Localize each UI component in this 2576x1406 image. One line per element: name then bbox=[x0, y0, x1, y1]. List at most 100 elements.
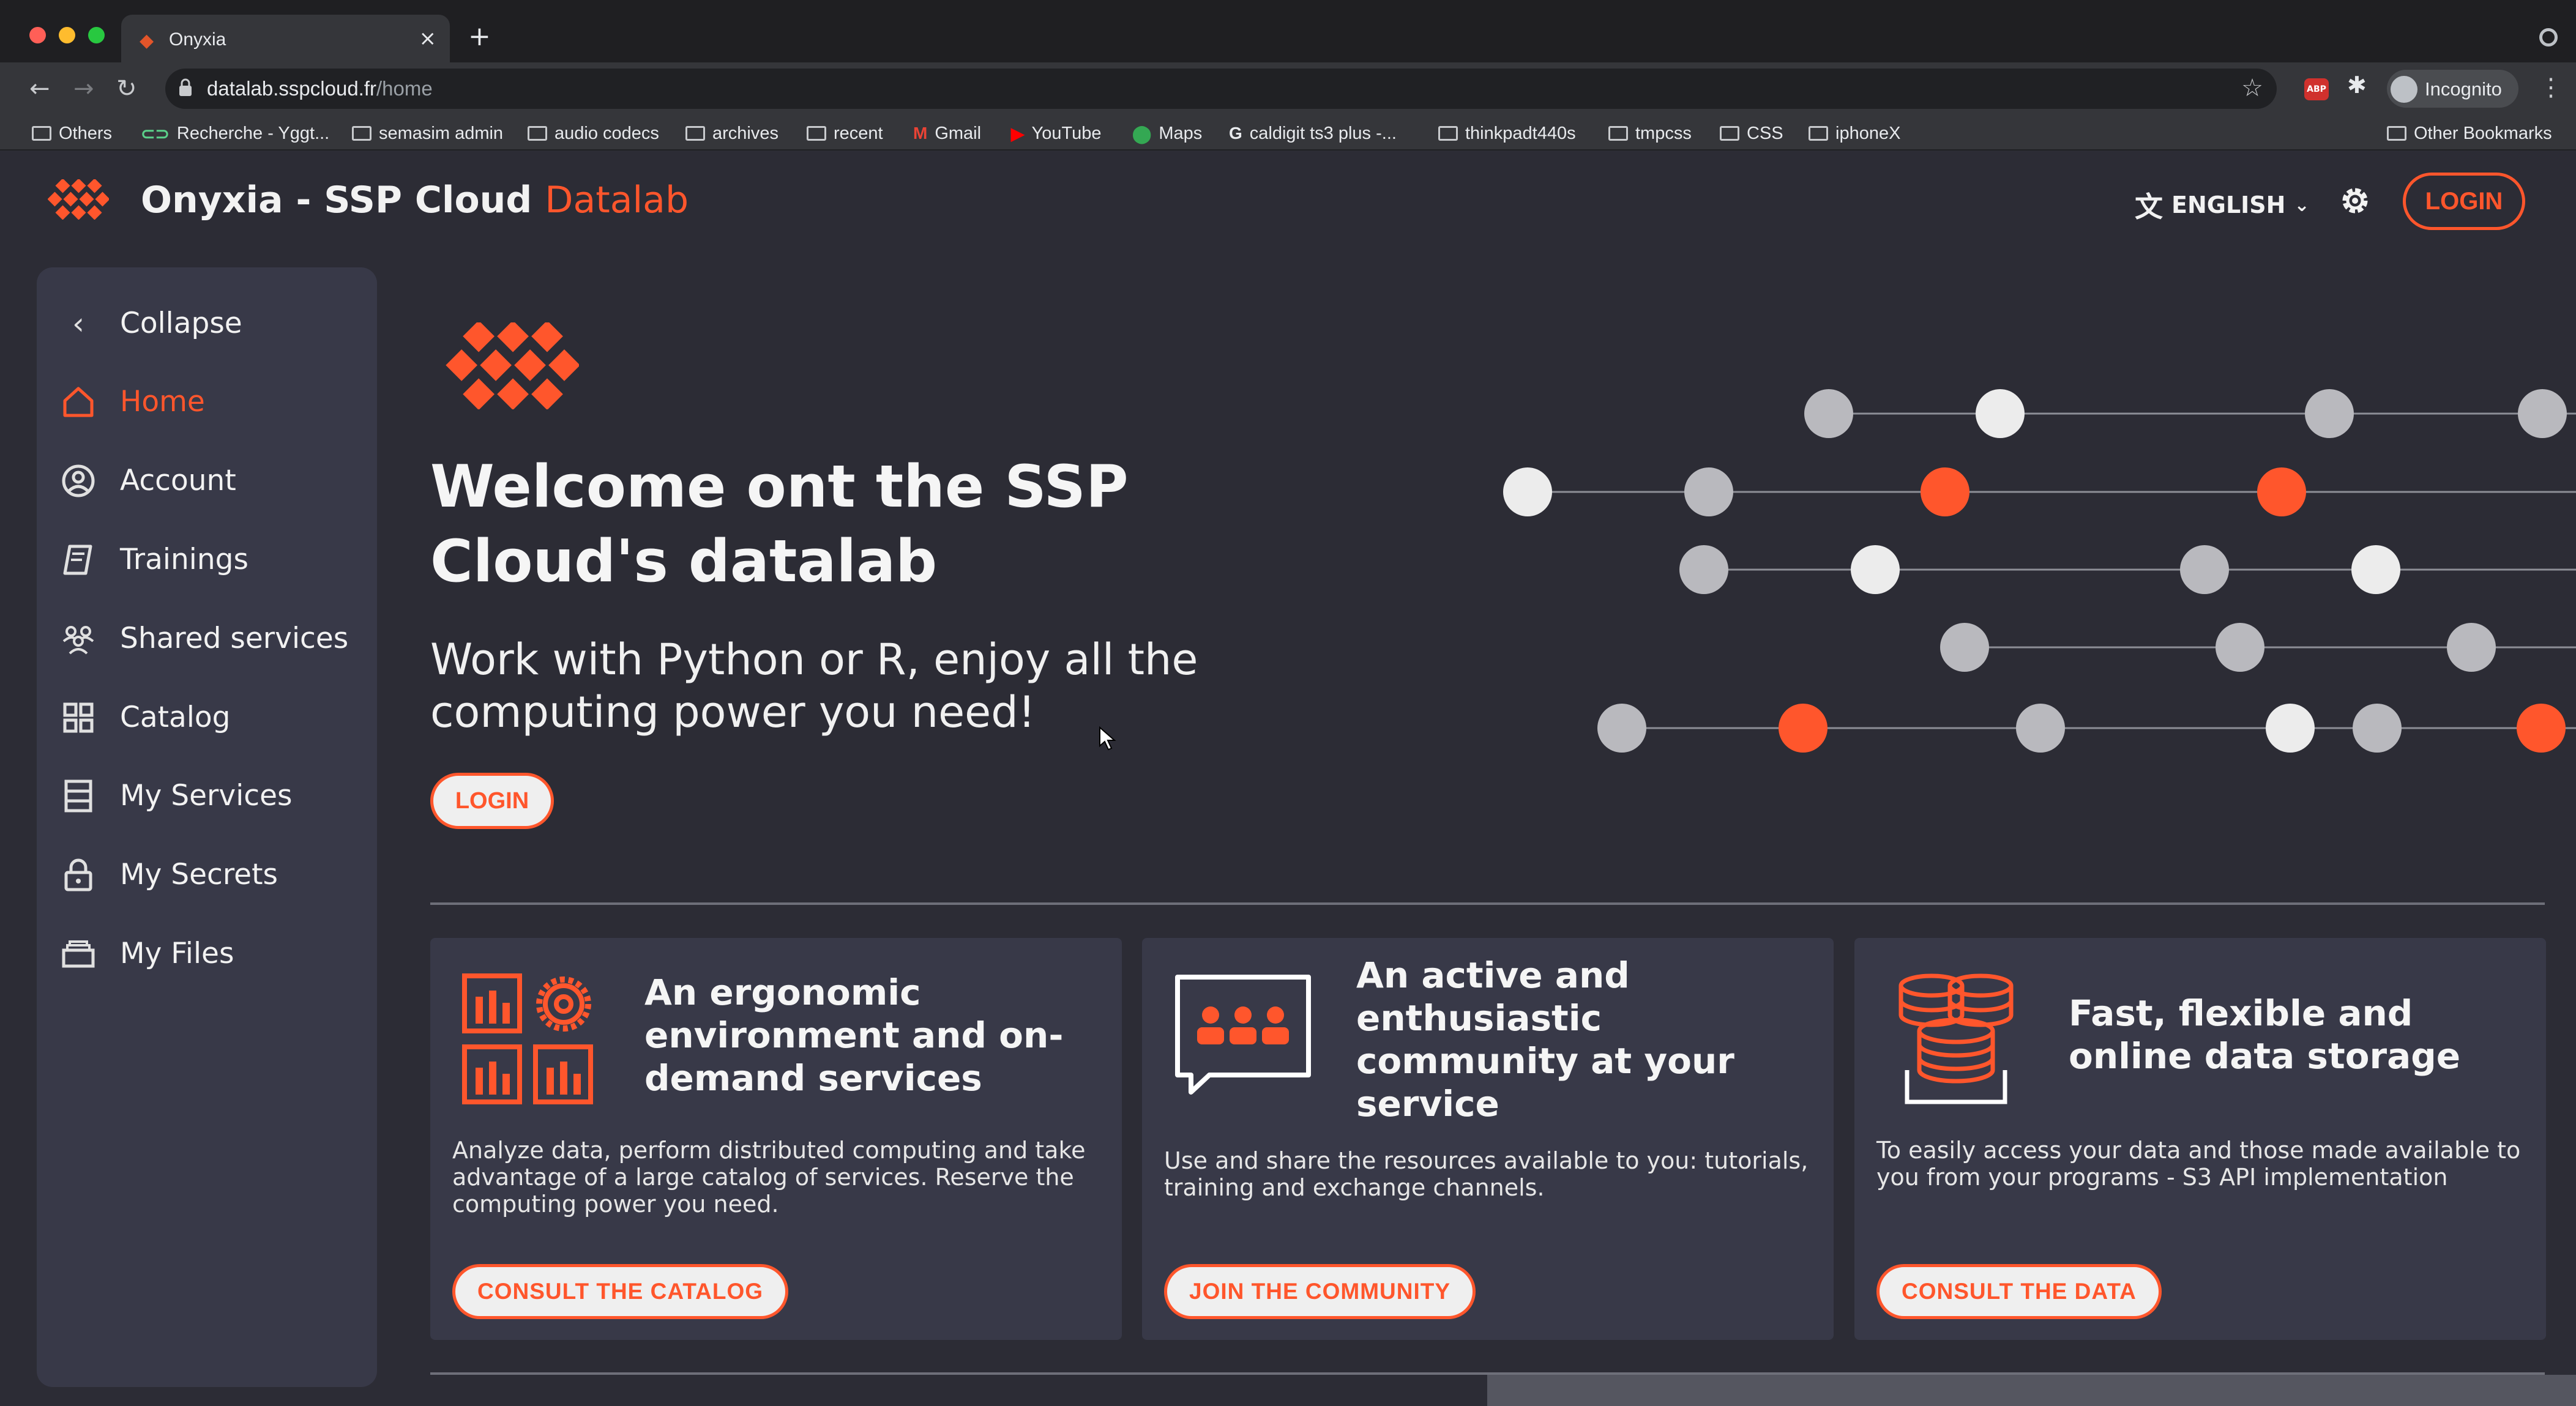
bookmark-label: CSS bbox=[1747, 123, 1783, 143]
lock-icon bbox=[179, 78, 192, 96]
onyxia-logo-icon[interactable] bbox=[48, 179, 109, 220]
sidebar-item-trainings[interactable]: Trainings bbox=[37, 526, 377, 587]
database-storage-icon bbox=[1898, 973, 2014, 1104]
bookmark-item[interactable]: ▶ YouTube bbox=[1011, 122, 1102, 145]
profile-label: Incognito bbox=[2425, 78, 2502, 100]
tab-title: Onyxia bbox=[169, 29, 226, 50]
tab-search-icon[interactable] bbox=[2539, 28, 2558, 46]
card-title: Fast, flexible and online data storage bbox=[2069, 992, 2461, 1077]
address-bar[interactable]: datalab.sspcloud.fr/home ☆ bbox=[165, 69, 2277, 109]
consult-data-button[interactable]: CONSULT THE DATA bbox=[1876, 1264, 2162, 1319]
other-bookmarks[interactable]: Other Bookmarks bbox=[2387, 122, 2552, 145]
bookmark-label: iphoneX bbox=[1835, 123, 1901, 143]
bookmark-item[interactable]: iphoneX bbox=[1809, 122, 1900, 145]
join-community-button[interactable]: JOIN THE COMMUNITY bbox=[1164, 1264, 1476, 1319]
hero-subtitle: Work with Python or R, enjoy all the com… bbox=[430, 634, 1198, 737]
card-data-storage: Fast, flexible and online data storage T… bbox=[1854, 938, 2546, 1340]
bookmark-label: archives bbox=[712, 123, 778, 143]
app-title[interactable]: Onyxia - SSP Cloud Datalab bbox=[141, 177, 689, 223]
google-icon: G bbox=[1229, 124, 1242, 143]
bookmark-item[interactable]: ⬤ Maps bbox=[1132, 122, 1202, 145]
sidebar-item-label: My Services bbox=[120, 779, 293, 813]
folder-icon bbox=[685, 126, 705, 141]
bookmark-item[interactable]: M Gmail bbox=[913, 122, 981, 145]
bookmark-label: Maps bbox=[1159, 123, 1203, 143]
bookmark-item[interactable]: thinkpadt440s bbox=[1438, 122, 1576, 145]
sidebar-item-home[interactable]: Home bbox=[37, 368, 377, 429]
back-arrow-icon[interactable]: ← bbox=[29, 73, 50, 104]
reload-icon[interactable]: ↻ bbox=[116, 73, 137, 104]
mouse-cursor-icon bbox=[1099, 726, 1116, 751]
folder-icon bbox=[1809, 126, 1828, 141]
bookmark-item[interactable]: CSS bbox=[1720, 122, 1783, 145]
extensions-puzzle-icon[interactable]: ✱ bbox=[2347, 73, 2367, 98]
url-text: datalab.sspcloud.fr/home bbox=[207, 76, 433, 101]
bookmark-label: recent bbox=[834, 123, 883, 143]
new-tab-button[interactable]: + bbox=[468, 23, 491, 50]
sidebar-item-label: My Files bbox=[120, 937, 234, 970]
hero-dots-illustration bbox=[1503, 389, 2576, 753]
sidebar: ‹ Collapse Home Account Trainings Shared… bbox=[37, 267, 377, 1387]
bookmark-label: Recherche - Yggt... bbox=[176, 123, 330, 143]
bookmark-item[interactable]: tmpcss bbox=[1608, 122, 1692, 145]
sidebar-item-account[interactable]: Account bbox=[37, 447, 377, 508]
folder-icon bbox=[1608, 126, 1628, 141]
bookmark-label: audio codecs bbox=[554, 123, 659, 143]
browser-tab-onyxia[interactable]: ◆ Onyxia × bbox=[121, 15, 450, 62]
browser-toolbar: ← → ↻ datalab.sspcloud.fr/home ☆ ABP ✱ I… bbox=[0, 62, 2576, 116]
window-zoom-button[interactable] bbox=[88, 27, 105, 43]
window-minimize-button[interactable] bbox=[59, 27, 75, 43]
bookmark-item[interactable]: semasim admin bbox=[352, 122, 503, 145]
card-description: Use and share the resources available to… bbox=[1164, 1147, 1809, 1201]
bookmark-label: caldigit ts3 plus -... bbox=[1249, 123, 1397, 143]
bookmark-item[interactable]: archives bbox=[685, 122, 778, 145]
language-selector[interactable]: 文 ENGLISH ⌄ bbox=[2135, 185, 2310, 225]
bookmark-label: Other Bookmarks bbox=[2414, 123, 2552, 143]
language-label: ENGLISH bbox=[2171, 192, 2286, 218]
sidebar-item-label: Account bbox=[120, 464, 236, 497]
sidebar-item-my-files[interactable]: My Files bbox=[37, 920, 377, 981]
folder-icon bbox=[32, 126, 51, 141]
tab-close-icon[interactable]: × bbox=[419, 27, 437, 50]
adblock-extension-icon[interactable]: ABP bbox=[2304, 78, 2329, 100]
url-host: datalab.sspcloud.fr bbox=[207, 77, 377, 100]
sidebar-item-shared-services[interactable]: Shared services bbox=[37, 604, 377, 666]
bookmark-star-icon[interactable]: ☆ bbox=[2241, 75, 2263, 102]
catalog-icon bbox=[63, 702, 94, 733]
sidebar-item-my-services[interactable]: My Services bbox=[37, 762, 377, 823]
folder-icon bbox=[352, 126, 371, 141]
bookmark-item[interactable]: recent bbox=[807, 122, 883, 145]
window-close-button[interactable] bbox=[29, 27, 46, 43]
forward-arrow-icon[interactable]: → bbox=[73, 73, 94, 104]
account-icon bbox=[62, 464, 95, 497]
card-description: Analyze data, perform distributed comput… bbox=[452, 1137, 1086, 1218]
folder-icon bbox=[807, 126, 826, 141]
card-description: To easily access your data and those mad… bbox=[1876, 1137, 2521, 1191]
hero-login-button[interactable]: LOGIN bbox=[430, 773, 554, 829]
consult-catalog-button[interactable]: CONSULT THE CATALOG bbox=[452, 1264, 789, 1319]
bookmark-label: semasim admin bbox=[379, 123, 504, 143]
bookmark-label: thinkpadt440s bbox=[1465, 123, 1576, 143]
bookmark-item[interactable]: ⊂⊃ Recherche - Yggt... bbox=[141, 122, 329, 145]
sidebar-item-my-secrets[interactable]: My Secrets bbox=[37, 841, 377, 902]
browser-menu-icon[interactable]: ⋮ bbox=[2539, 72, 2563, 103]
bookmark-item[interactable]: Gcaldigit ts3 plus -... bbox=[1229, 122, 1397, 145]
bookmark-item[interactable]: audio codecs bbox=[528, 122, 659, 145]
bookmark-item[interactable]: Others bbox=[32, 122, 112, 145]
services-icon bbox=[64, 779, 92, 813]
card-title: An active and enthusiastic community at … bbox=[1356, 954, 1734, 1125]
section-divider bbox=[430, 902, 2545, 905]
hero-title: Welcome ont the SSP Cloud's datalab bbox=[430, 453, 1129, 595]
bookmark-label: YouTube bbox=[1031, 123, 1102, 143]
bookmark-label: tmpcss bbox=[1635, 123, 1692, 143]
sidebar-item-label: My Secrets bbox=[120, 858, 278, 891]
incognito-profile-button[interactable]: Incognito bbox=[2387, 70, 2518, 108]
theme-gear-icon[interactable] bbox=[2338, 184, 2372, 218]
onyxia-hero-logo-icon bbox=[446, 322, 579, 409]
sidebar-item-catalog[interactable]: Catalog bbox=[37, 683, 377, 745]
sidebar-item-label: Home bbox=[120, 385, 205, 418]
folder-icon bbox=[1438, 126, 1458, 141]
header-login-button[interactable]: LOGIN bbox=[2403, 173, 2525, 230]
lock-icon bbox=[64, 858, 92, 891]
sidebar-collapse[interactable]: ‹ Collapse bbox=[37, 289, 377, 351]
